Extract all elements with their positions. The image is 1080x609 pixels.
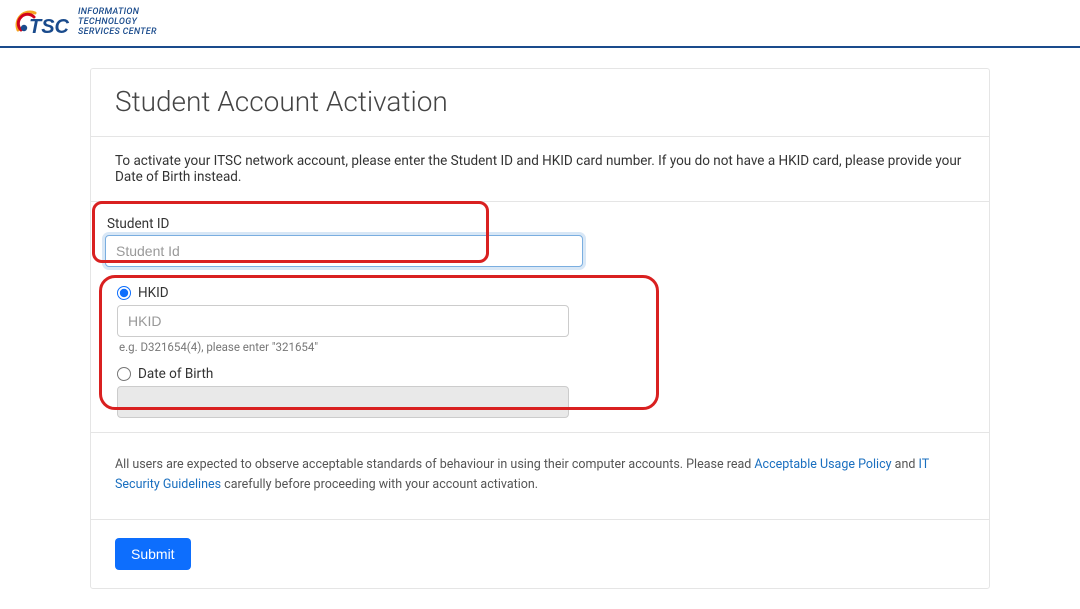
dob-radio-row[interactable]: Date of Birth	[105, 366, 975, 382]
itsc-logo-icon: TSC	[12, 6, 70, 40]
hkid-radio-row[interactable]: HKID	[105, 285, 975, 301]
submit-row: Submit	[91, 520, 989, 588]
student-id-input[interactable]	[105, 235, 583, 267]
student-id-group: Student ID	[105, 216, 975, 267]
page-title: Student Account Activation	[115, 85, 965, 118]
policy-post: carefully before proceeding with your ac…	[221, 477, 538, 492]
student-id-label: Student ID	[105, 216, 975, 232]
hkid-radio[interactable]	[117, 286, 131, 300]
brand-line: SERVICES CENTER	[78, 28, 157, 38]
instruction-text: To activate your ITSC network account, p…	[91, 137, 989, 202]
svg-text:TSC: TSC	[29, 16, 70, 38]
policy-text: All users are expected to observe accept…	[91, 433, 989, 520]
policy-pre: All users are expected to observe accept…	[115, 457, 754, 472]
hkid-radio-label: HKID	[138, 285, 169, 301]
brand-text: INFORMATION TECHNOLOGY SERVICES CENTER	[78, 8, 157, 38]
hkid-hint: e.g. D321654(4), please enter "321654"	[119, 340, 975, 354]
dob-radio-label: Date of Birth	[138, 366, 213, 382]
acceptable-usage-link[interactable]: Acceptable Usage Policy	[754, 457, 891, 472]
brand-logo: TSC INFORMATION TECHNOLOGY SERVICES CENT…	[12, 6, 157, 40]
form-body: Student ID HKID e.g. D321654(4), please …	[91, 202, 989, 433]
activation-panel: Student Account Activation To activate y…	[90, 68, 990, 589]
submit-button[interactable]: Submit	[115, 538, 191, 570]
dob-radio[interactable]	[117, 367, 131, 381]
panel-header: Student Account Activation	[91, 69, 989, 137]
policy-mid: and	[892, 457, 919, 472]
hkid-input[interactable]	[117, 305, 569, 337]
dob-input	[117, 386, 569, 418]
page-header: TSC INFORMATION TECHNOLOGY SERVICES CENT…	[0, 0, 1080, 48]
